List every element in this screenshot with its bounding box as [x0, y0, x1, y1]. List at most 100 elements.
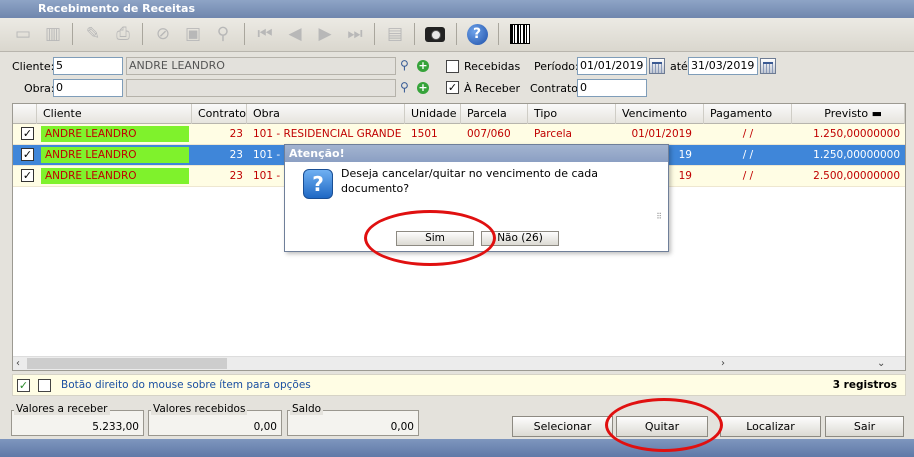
column-header-parcela[interactable]: Parcela: [461, 104, 528, 124]
cell-obra: 101 - RESIDENCIAL GRANDE FE: [253, 128, 405, 140]
question-icon: ?: [303, 169, 333, 199]
column-header-tipo[interactable]: Tipo: [528, 104, 616, 124]
column-header-pagamento[interactable]: Pagamento: [704, 104, 792, 124]
scroll-down-icon[interactable]: ⌄: [877, 357, 885, 371]
dialog-yes-button[interactable]: Sim: [396, 231, 474, 246]
first-record-icon[interactable]: ⏮: [252, 21, 278, 47]
camera-icon[interactable]: [422, 21, 448, 47]
toolbar-separator: [414, 23, 415, 45]
recebidas-label: Recebidas: [464, 60, 521, 73]
previous-record-icon[interactable]: ◀: [282, 21, 308, 47]
obra-label: Obra:: [24, 82, 55, 95]
trash-icon[interactable]: ▥: [40, 21, 66, 47]
row-checkbox[interactable]: ✓: [21, 127, 34, 140]
a-receber-checkbox[interactable]: ✓: [446, 81, 459, 94]
add-obra-icon[interactable]: +: [417, 82, 429, 94]
cell-obra: 101 - F: [253, 149, 289, 161]
window-title: Recebimento de Receitas: [0, 0, 914, 18]
localizar-documento-button[interactable]: Localizar documento: [720, 416, 821, 452]
deselect-all-checkbox[interactable]: [38, 379, 51, 392]
recebidas-checkbox[interactable]: [446, 60, 459, 73]
column-header-contrato[interactable]: Contrato: [192, 104, 247, 124]
resize-grip-icon[interactable]: ⠿: [656, 212, 662, 221]
table-row[interactable]: ✓ ANDRE LEANDRO 23 101 - RESIDENCIAL GRA…: [13, 124, 905, 145]
cell-pagamento: / /: [742, 149, 754, 161]
sair-button[interactable]: Sair: [825, 416, 904, 437]
search-obra-icon[interactable]: ⚲: [400, 80, 409, 94]
valores-recebidos-box: Valores recebidos 0,00: [148, 403, 282, 436]
cell-vencimento: 01/01/2019: [631, 128, 692, 140]
cell-pagamento: / /: [742, 128, 754, 140]
cell-previsto: 1.250,00000000: [813, 128, 900, 140]
column-header-cliente[interactable]: Cliente: [37, 104, 192, 124]
toolbar-separator: [142, 23, 143, 45]
cell-contrato: 23: [229, 128, 243, 140]
toolbar-separator: [72, 23, 73, 45]
row-checkbox[interactable]: ✓: [21, 148, 34, 161]
column-header-vencimento[interactable]: Vencimento: [616, 104, 704, 124]
calendar-end-icon[interactable]: [760, 58, 776, 74]
periodo-end-input[interactable]: 31/03/2019: [688, 57, 758, 75]
calendar-start-icon[interactable]: [649, 58, 665, 74]
new-document-icon[interactable]: ▭: [10, 21, 36, 47]
row-checkbox[interactable]: ✓: [21, 169, 34, 182]
column-header-unidade[interactable]: Unidade: [405, 104, 461, 124]
valores-a-receber-label: Valores a receber: [14, 403, 110, 415]
quitar-button[interactable]: Quitar: [616, 416, 708, 437]
cliente-code-input[interactable]: 5: [53, 57, 123, 75]
cliente-name-field[interactable]: ANDRE LEANDRO: [126, 57, 396, 75]
scroll-right-icon[interactable]: ›: [721, 357, 725, 371]
sort-icon: ▬: [871, 107, 882, 120]
periodo-start-input[interactable]: 01/01/2019: [577, 57, 647, 75]
select-all-checkbox[interactable]: ✓: [17, 379, 30, 392]
save-icon[interactable]: ▣: [180, 21, 206, 47]
edit-icon[interactable]: ✎: [80, 21, 106, 47]
column-header-previsto-label: Previsto: [824, 107, 869, 120]
print-icon[interactable]: ⎙: [110, 21, 136, 47]
cell-obra: 101 - F: [253, 170, 289, 182]
receitas-window: Recebimento de Receitas ▭ ▥ ✎ ⎙ ⊘ ▣ ⚲ ⏮ …: [0, 0, 914, 457]
barcode-icon[interactable]: [507, 21, 533, 47]
valores-a-receber-value: 5.233,00: [92, 421, 139, 433]
obra-name-field[interactable]: [126, 79, 396, 97]
toolbar-separator: [374, 23, 375, 45]
cell-contrato: 23: [229, 170, 243, 182]
cell-cliente: ANDRE LEANDRO: [41, 147, 189, 163]
help-icon[interactable]: ?: [464, 21, 490, 47]
cliente-label: Cliente:: [12, 60, 55, 73]
preview-icon[interactable]: ▤: [382, 21, 408, 47]
next-record-icon[interactable]: ▶: [312, 21, 338, 47]
cell-contrato: 23: [229, 149, 243, 161]
dialog-no-button[interactable]: Não (26): [481, 231, 559, 246]
valores-a-receber-box: Valores a receber 5.233,00: [11, 403, 144, 436]
search-cliente-icon[interactable]: ⚲: [400, 58, 409, 72]
confirm-dialog: Atenção! ? Deseja cancelar/quitar no ven…: [284, 144, 669, 252]
horizontal-scrollbar[interactable]: ‹ › ⌄: [13, 356, 905, 370]
toolbar-separator: [456, 23, 457, 45]
right-click-hint: Botão direito do mouse sobre ítem para o…: [61, 379, 311, 391]
ate-label: até: [670, 60, 688, 73]
column-header-previsto[interactable]: Previsto ▬: [792, 104, 905, 124]
search-icon[interactable]: ⚲: [210, 21, 236, 47]
scrollbar-thumb[interactable]: [27, 358, 227, 369]
valores-recebidos-value: 0,00: [253, 421, 277, 433]
column-header-check[interactable]: [13, 104, 37, 124]
saldo-label: Saldo: [290, 403, 324, 415]
cell-parcela: 007/060: [467, 128, 511, 140]
contrato-label: Contrato:: [530, 82, 582, 95]
toolbar: ▭ ▥ ✎ ⎙ ⊘ ▣ ⚲ ⏮ ◀ ▶ ⏭ ▤ ?: [0, 18, 914, 52]
toolbar-separator: [244, 23, 245, 45]
scroll-left-icon[interactable]: ‹: [16, 357, 20, 371]
obra-code-input[interactable]: 0: [53, 79, 123, 97]
column-header-obra[interactable]: Obra: [247, 104, 405, 124]
last-record-icon[interactable]: ⏭: [342, 21, 368, 47]
contrato-input[interactable]: 0: [577, 79, 647, 97]
add-cliente-icon[interactable]: +: [417, 60, 429, 72]
cell-tipo: Parcela: [534, 128, 572, 140]
selecionar-button[interactable]: Selecionar: [512, 416, 613, 437]
cell-previsto: 2.500,00000000: [813, 170, 900, 182]
status-bar: [0, 439, 914, 457]
a-receber-label: À Receber: [464, 82, 521, 95]
cell-unidade: 1501: [411, 128, 438, 140]
cancel-icon[interactable]: ⊘: [150, 21, 176, 47]
